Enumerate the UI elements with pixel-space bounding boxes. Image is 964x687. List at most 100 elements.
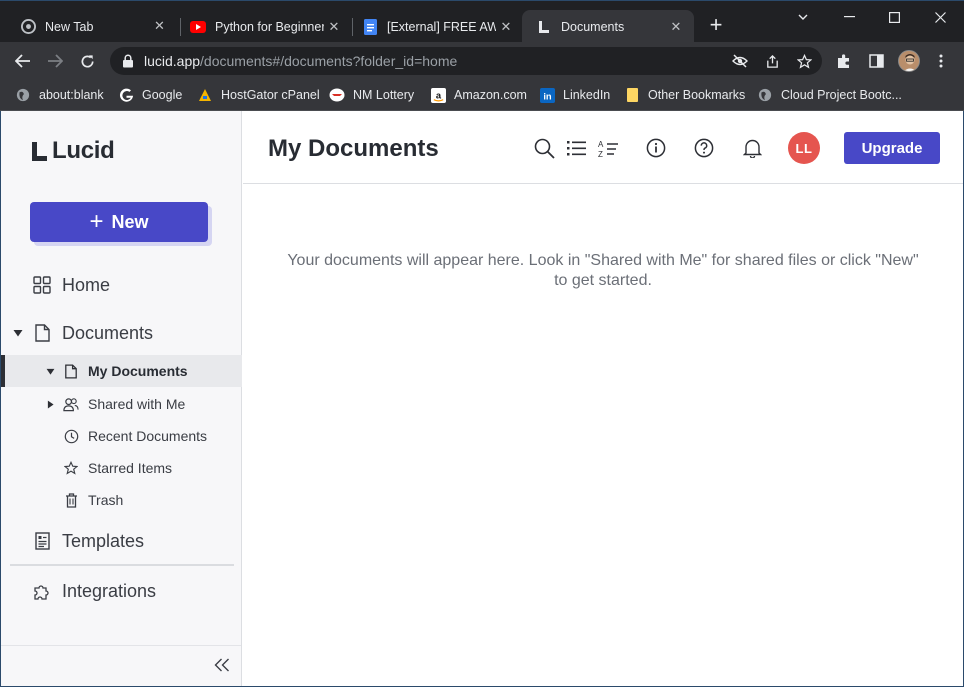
share-icon[interactable] — [764, 53, 780, 69]
sidebar-item-label: Recent Documents — [88, 428, 208, 444]
clock-icon — [63, 428, 79, 444]
sidebar-item-home[interactable]: Home — [1, 270, 242, 300]
search-icon[interactable] — [533, 137, 555, 159]
bookmark-amazon[interactable]: a Amazon.com — [430, 85, 527, 105]
lock-icon — [122, 54, 134, 68]
tab-search-icon[interactable] — [788, 7, 818, 27]
close-tab-icon[interactable]: ✕ — [154, 18, 165, 34]
close-tab-icon[interactable]: ✕ — [666, 19, 686, 35]
sidebar-item-label: Documents — [62, 322, 154, 343]
sidebar-item-integrations[interactable]: Integrations — [1, 576, 242, 606]
svg-text:A: A — [598, 140, 604, 149]
sidebar-item-label: Home — [62, 274, 111, 295]
main-content: My Documents AZ LL Upgrade Your document… — [243, 111, 963, 686]
tab-title: [External] FREE AWS — [387, 19, 496, 34]
hostgator-icon — [197, 87, 213, 103]
sort-az-icon[interactable]: AZ — [597, 137, 619, 159]
eye-slash-icon[interactable] — [732, 53, 748, 69]
nm-lottery-icon — [329, 87, 345, 103]
document-icon — [63, 363, 79, 379]
bell-icon[interactable] — [741, 137, 763, 159]
plus-icon: + — [89, 208, 104, 235]
lucid-logo-icon — [32, 141, 47, 161]
bookmark-cloud-project[interactable]: Cloud Project Bootc... — [757, 85, 902, 105]
url-text: lucid.app/documents#/documents?folder_id… — [144, 53, 458, 69]
sidebar-item-label: My Documents — [88, 363, 188, 379]
lucid-app: Lucid + New Home Documents My Documents … — [0, 111, 964, 687]
sidebar-item-documents[interactable]: Documents — [1, 318, 242, 348]
close-window-icon[interactable] — [925, 7, 955, 27]
tab-documents[interactable]: Documents ✕ — [522, 10, 694, 43]
maximize-icon[interactable] — [879, 7, 909, 27]
reload-icon[interactable] — [76, 50, 98, 72]
sidebar-item-trash[interactable]: Trash — [1, 484, 242, 516]
caret-down-icon[interactable] — [45, 366, 55, 376]
bookmark-other-bookmarks[interactable]: Other Bookmarks — [624, 85, 745, 105]
google-docs-icon — [362, 18, 378, 35]
bookmark-google[interactable]: Google — [118, 85, 182, 105]
sidebar-item-label: Integrations — [62, 580, 157, 601]
main-header: My Documents AZ LL Upgrade — [243, 111, 963, 184]
lucid-logo[interactable]: Lucid — [31, 137, 115, 165]
shared-users-icon — [63, 396, 79, 412]
empty-state-message: Your documents will appear here. Look in… — [287, 252, 919, 289]
sidebar-item-recent-documents[interactable]: Recent Documents — [1, 420, 242, 452]
sidebar-item-templates[interactable]: Templates — [1, 526, 242, 556]
list-view-icon[interactable] — [565, 137, 587, 159]
tab-new-tab[interactable]: New Tab — [0, 10, 176, 43]
trash-icon — [63, 492, 79, 508]
new-tab-button[interactable]: + — [705, 14, 727, 37]
forward-icon[interactable] — [44, 50, 66, 72]
linkedin-icon: in — [539, 87, 555, 103]
caret-right-icon[interactable] — [45, 399, 55, 409]
amazon-icon: a — [430, 87, 446, 103]
sidebar-item-label: Trash — [88, 492, 124, 508]
help-icon[interactable] — [693, 137, 715, 159]
sidebar-item-shared-with-me[interactable]: Shared with Me — [1, 388, 242, 420]
sidebar-item-label: Shared with Me — [88, 396, 186, 412]
close-tab-icon[interactable]: ✕ — [496, 19, 516, 35]
globe-icon — [15, 87, 31, 103]
extensions-icon[interactable] — [835, 52, 853, 70]
bookmark-nm-lottery[interactable]: NM Lottery — [329, 85, 414, 105]
browser-titlebar: New Tab Python for Beginners ✕ [External… — [0, 0, 964, 43]
collapse-sidebar-icon[interactable] — [212, 656, 232, 674]
close-tab-icon[interactable]: ✕ — [324, 19, 344, 35]
svg-text:in: in — [543, 91, 552, 101]
puzzle-icon — [32, 581, 52, 601]
globe-icon — [757, 87, 773, 103]
kebab-menu-icon[interactable] — [932, 52, 950, 70]
address-bar[interactable]: lucid.app/documents#/documents?folder_id… — [110, 47, 822, 75]
minimize-icon[interactable] — [834, 7, 864, 27]
bookmarks-bar: about:blank Google HostGator cPanel NM L… — [0, 80, 964, 111]
sidebar-item-starred-items[interactable]: Starred Items — [1, 452, 242, 484]
caret-down-icon[interactable] — [13, 328, 23, 338]
bookmark-linkedin[interactable]: in LinkedIn — [539, 85, 610, 105]
chrome-icon — [20, 19, 36, 35]
upgrade-button[interactable]: Upgrade — [844, 132, 940, 164]
lucid-icon — [536, 19, 552, 35]
template-icon — [32, 531, 52, 551]
sidebar-item-my-documents[interactable]: My Documents — [1, 355, 242, 387]
sidebar-divider — [10, 564, 234, 566]
bookmark-hostgator[interactable]: HostGator cPanel — [197, 85, 320, 105]
back-icon[interactable] — [12, 50, 34, 72]
new-button-label: New — [111, 211, 149, 232]
star-icon[interactable] — [796, 53, 812, 69]
document-icon — [32, 323, 52, 343]
svg-text:a: a — [435, 90, 441, 100]
profile-avatar[interactable] — [898, 50, 920, 72]
folder-icon — [624, 87, 640, 103]
tab-title: Documents — [561, 19, 625, 34]
page-title: My Documents — [268, 135, 439, 162]
side-panel-icon[interactable] — [867, 52, 885, 70]
tab-free-aws[interactable]: [External] FREE AWS ✕ — [342, 10, 524, 43]
user-avatar[interactable]: LL — [788, 132, 820, 164]
bookmark-about-blank[interactable]: about:blank — [15, 85, 104, 105]
new-button[interactable]: + New — [30, 202, 208, 242]
info-icon[interactable] — [645, 137, 667, 159]
google-icon — [118, 87, 134, 103]
tab-python-for-beginners[interactable]: Python for Beginners ✕ — [170, 10, 352, 43]
star-icon — [63, 460, 79, 476]
sidebar: Lucid + New Home Documents My Documents … — [1, 111, 242, 686]
